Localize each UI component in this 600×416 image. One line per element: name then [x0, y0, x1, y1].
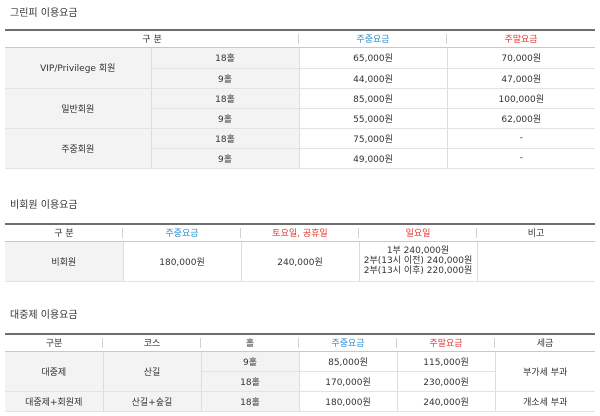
nonmember-section-title: 비회원 이용요금 — [10, 200, 78, 211]
greenfee-header-weekday: 주중요금 — [299, 30, 448, 48]
sunday-fee-line: 1부 240,000원 — [386, 246, 450, 256]
holes-cell: 9홀 — [151, 148, 300, 169]
weekday-fee-cell: 75,000원 — [299, 128, 448, 149]
tax-cell: 개소세 부과 — [495, 391, 595, 412]
weekend-fee-cell: - — [447, 148, 596, 169]
nonmember-header-saturday: 토요일, 공휴일 — [241, 224, 359, 242]
nonmember-header-row: 구 분 주중요금 토요일, 공휴일 일요일 비고 — [5, 224, 595, 242]
holes-cell: 18홀 — [151, 88, 300, 109]
holes-cell: 18홀 — [201, 371, 300, 392]
nonmember-header-weekday: 주중요금 — [123, 224, 241, 242]
note-cell — [477, 241, 595, 282]
holes-cell: 9홀 — [201, 351, 300, 372]
holes-cell: 9홀 — [151, 68, 300, 89]
holes-cell: 18홀 — [151, 128, 300, 149]
course-cell: 산길 — [103, 351, 202, 392]
public-header-weekend: 주말요금 — [397, 334, 495, 352]
greenfee-header-row: 구 분 주중요금 주말요금 — [5, 30, 596, 48]
category-cell: 대중제 — [5, 351, 104, 392]
tax-cell: 부가세 부과 — [495, 351, 595, 392]
nonmember-label-cell: 비회원 — [5, 241, 124, 282]
weekday-fee-cell: 49,000원 — [299, 148, 448, 169]
public-header-holes: 홀 — [201, 334, 299, 352]
weekend-fee-cell: 47,000원 — [447, 68, 596, 89]
member-type-cell: VIP/Privilege 회원 — [5, 47, 152, 89]
weekday-fee-cell: 44,000원 — [299, 68, 448, 89]
weekday-fee-cell: 85,000원 — [299, 351, 398, 372]
table-row: 대중제+회원제 산길+숲길 18홀 180,000원 240,000원 개소세 … — [5, 391, 595, 412]
table-row: 대중제 산길 9홀 85,000원 115,000원 부가세 부과 — [5, 351, 595, 392]
weekday-fee-cell: 85,000원 — [299, 88, 448, 109]
public-table: 구분 코스 홀 주중요금 주말요금 세금 대중제 산길 9홀 85,000원 1… — [5, 333, 595, 412]
weekend-fee-cell: - — [447, 128, 596, 149]
greenfee-header-category: 구 분 — [5, 30, 300, 48]
table-row: 주중회원 18홀 75,000원 - — [5, 128, 596, 169]
greenfee-section-title: 그린피 이용요금 — [10, 8, 78, 19]
weekend-fee-cell: 62,000원 — [447, 108, 596, 129]
table-row: 비회원 180,000원 240,000원 1부 240,000원 2부(13시… — [5, 241, 595, 282]
weekend-fee-cell: 240,000원 — [397, 391, 496, 412]
public-header-tax: 세금 — [495, 334, 595, 352]
member-type-cell: 주중회원 — [5, 128, 152, 169]
nonmember-header-sunday: 일요일 — [359, 224, 477, 242]
weekend-fee-cell: 230,000원 — [397, 371, 496, 392]
weekend-fee-cell: 115,000원 — [397, 351, 496, 372]
weekday-fee-cell: 180,000원 — [299, 391, 398, 412]
weekday-fee-cell: 65,000원 — [299, 47, 448, 69]
holes-cell: 9홀 — [151, 108, 300, 129]
category-cell: 대중제+회원제 — [5, 391, 104, 412]
table-row: 일반회원 18홀 85,000원 100,000원 — [5, 88, 596, 129]
weekend-fee-cell: 70,000원 — [447, 47, 596, 69]
weekday-fee-cell: 180,000원 — [123, 241, 242, 282]
weekday-fee-cell: 170,000원 — [299, 371, 398, 392]
nonmember-header-category: 구 분 — [5, 224, 123, 242]
weekend-fee-cell: 100,000원 — [447, 88, 596, 109]
sunday-fee-line: 2부(13시 이전) 240,000원 — [363, 256, 473, 266]
greenfee-header-weekend: 주말요금 — [447, 30, 596, 48]
saturday-fee-cell: 240,000원 — [241, 241, 360, 282]
public-header-category: 구분 — [5, 334, 103, 352]
public-section-title: 대중제 이용요금 — [10, 310, 78, 321]
course-cell: 산길+숲길 — [103, 391, 202, 412]
public-header-course: 코스 — [103, 334, 201, 352]
holes-cell: 18홀 — [201, 391, 300, 412]
greenfee-table: 구 분 주중요금 주말요금 VIP/Privilege 회원 18홀 65,00… — [5, 29, 596, 169]
member-type-cell: 일반회원 — [5, 88, 152, 129]
sunday-fee-line: 2부(13시 이후) 220,000원 — [363, 266, 473, 276]
table-row: VIP/Privilege 회원 18홀 65,000원 70,000원 — [5, 47, 596, 89]
public-header-weekday: 주중요금 — [299, 334, 397, 352]
nonmember-header-note: 비고 — [477, 224, 595, 242]
holes-cell: 18홀 — [151, 47, 300, 69]
nonmember-table: 구 분 주중요금 토요일, 공휴일 일요일 비고 비회원 180,000원 24… — [5, 223, 595, 282]
weekday-fee-cell: 55,000원 — [299, 108, 448, 129]
public-header-row: 구분 코스 홀 주중요금 주말요금 세금 — [5, 334, 595, 352]
sunday-fee-cell: 1부 240,000원 2부(13시 이전) 240,000원 2부(13시 이… — [359, 241, 478, 282]
